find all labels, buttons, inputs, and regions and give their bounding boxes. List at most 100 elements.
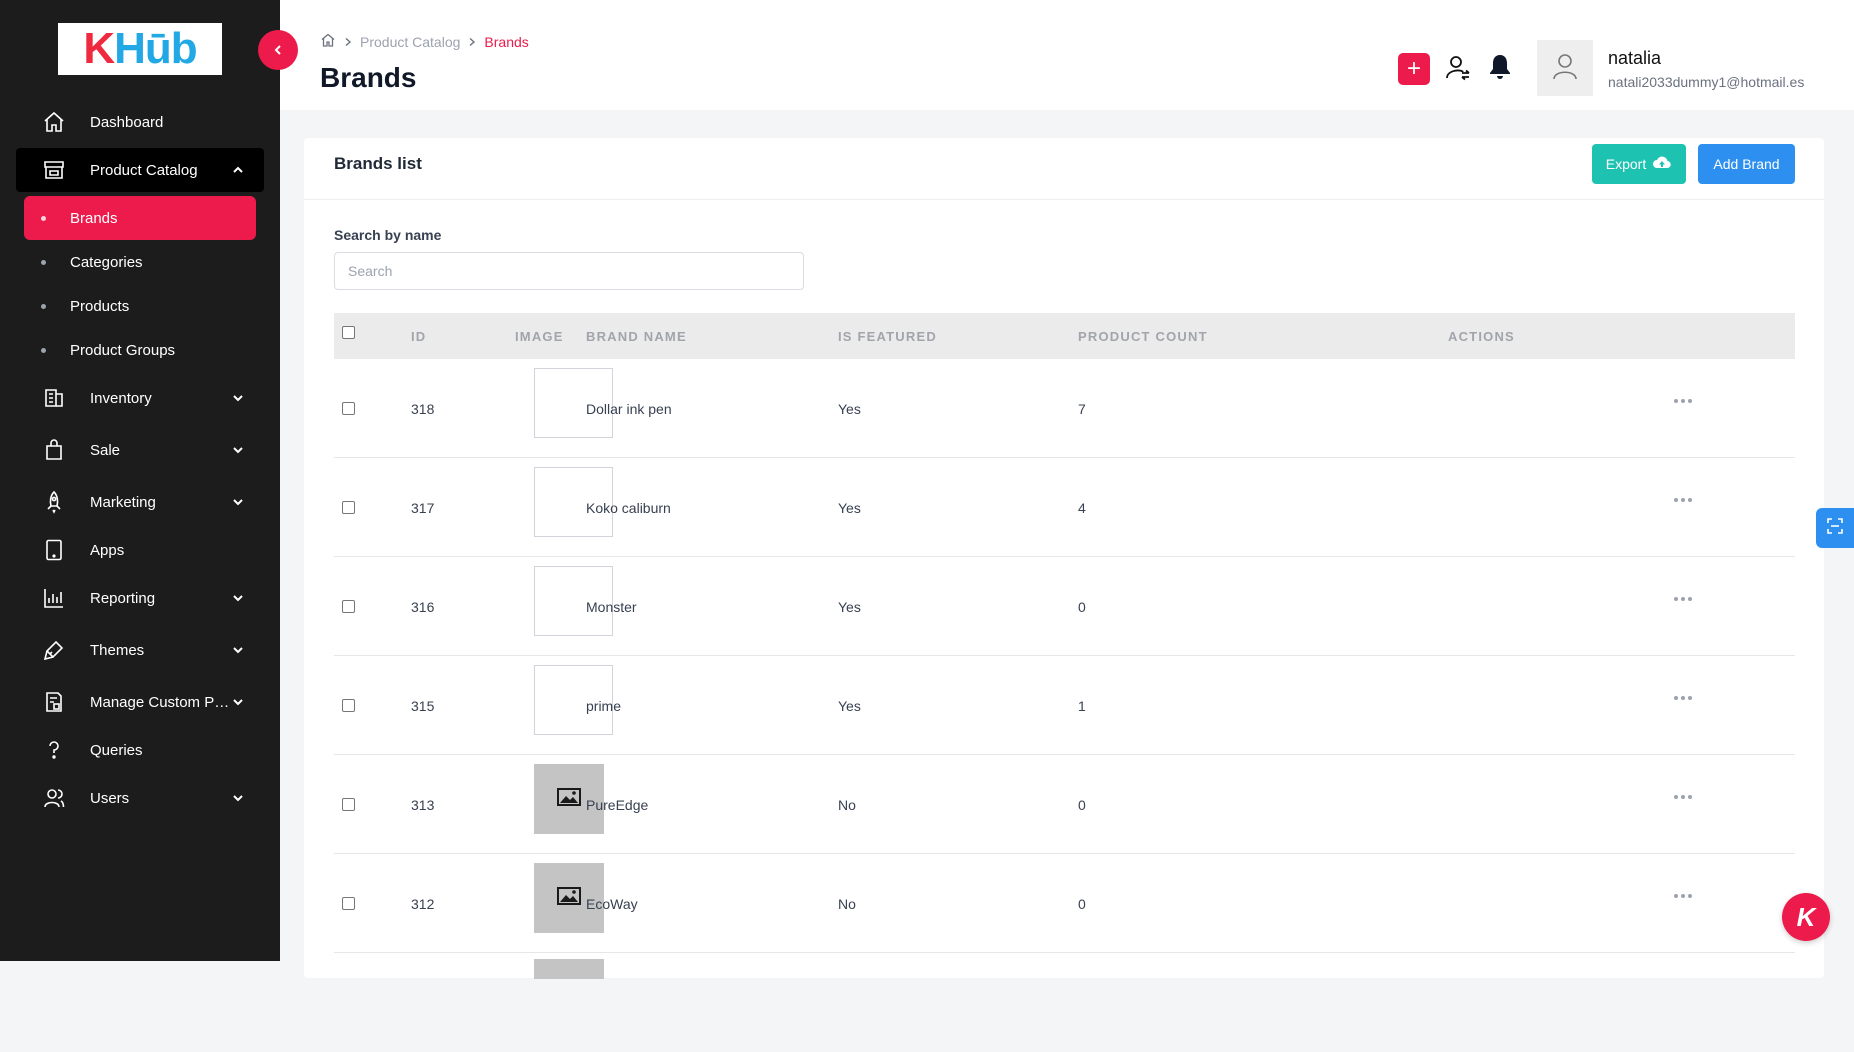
breadcrumb: Product Catalog Brands	[320, 32, 529, 51]
chevron-down-icon	[230, 590, 246, 606]
quick-add-button[interactable]: +	[1398, 53, 1430, 85]
breadcrumb-item-product-catalog[interactable]: Product Catalog	[360, 34, 460, 50]
breadcrumb-item-brands: Brands	[484, 33, 529, 50]
cell-id: 317	[411, 500, 435, 516]
sidebar-subitem-label: Products	[70, 297, 130, 315]
cell-is-featured: Yes	[838, 401, 861, 417]
brand-image-placeholder	[534, 959, 604, 979]
bar-chart-icon	[40, 584, 68, 612]
row-checkbox[interactable]	[342, 897, 355, 910]
logo-hub: Hūb	[114, 24, 198, 73]
table-row[interactable]: 317 Koko caliburn Yes 4	[334, 458, 1795, 557]
sidebar-subitem-product-groups[interactable]: Product Groups	[24, 328, 256, 372]
sidebar-item-marketing[interactable]: Marketing	[16, 480, 264, 524]
column-header-brand-name[interactable]: BRAND NAME	[586, 329, 687, 344]
home-icon[interactable]	[320, 32, 336, 51]
row-actions-menu-icon[interactable]	[1674, 399, 1692, 403]
users-icon	[40, 784, 68, 812]
row-actions-menu-icon[interactable]	[1674, 894, 1692, 898]
sidebar-item-sale[interactable]: Sale	[16, 428, 264, 472]
add-brand-button[interactable]: Add Brand	[1698, 144, 1795, 184]
user-switch-button[interactable]	[1442, 53, 1474, 85]
table-row[interactable]: 315 prime Yes 1	[334, 656, 1795, 755]
sidebar-item-label: Sale	[90, 441, 121, 459]
sidebar-item-reporting[interactable]: Reporting	[16, 576, 264, 620]
brands-card: Brands list Export Add Brand Search by n…	[304, 138, 1824, 979]
sidebar-item-inventory[interactable]: Inventory	[16, 376, 264, 420]
table-row[interactable]: 318 Dollar ink pen Yes 7	[334, 359, 1795, 458]
sidebar-subitem-label: Brands	[70, 209, 118, 227]
brush-icon	[40, 636, 68, 664]
search-input[interactable]	[334, 252, 804, 290]
rocket-icon	[40, 488, 68, 516]
chevron-down-icon	[230, 694, 246, 710]
cell-is-featured: Yes	[838, 599, 861, 615]
row-checkbox[interactable]	[342, 699, 355, 712]
row-actions-menu-icon[interactable]	[1674, 498, 1692, 502]
sidebar-item-label: Product Catalog	[90, 161, 198, 179]
sidebar-collapse-button[interactable]	[258, 30, 298, 70]
cell-product-count: 7	[1078, 401, 1086, 417]
cell-id: 312	[411, 896, 435, 912]
select-all-checkbox[interactable]	[342, 326, 355, 339]
sidebar-item-manage-custom-pages[interactable]: Manage Custom Pag...	[16, 680, 264, 724]
table-row[interactable]	[334, 953, 1795, 1052]
card-title: Brands list	[334, 154, 422, 173]
cell-id: 316	[411, 599, 435, 615]
row-actions-menu-icon[interactable]	[1674, 696, 1692, 700]
sidebar-item-label: Dashboard	[90, 113, 164, 131]
table-row[interactable]: 316 Monster Yes 0	[334, 557, 1795, 656]
search-label: Search by name	[334, 227, 442, 243]
khub-assistant-button[interactable]: K	[1782, 893, 1830, 941]
tablet-icon	[40, 536, 68, 564]
sidebar-item-label: Inventory	[90, 389, 152, 407]
row-checkbox[interactable]	[342, 798, 355, 811]
bullet-icon	[41, 303, 46, 309]
column-header-id[interactable]: ID	[411, 329, 426, 344]
notifications-button[interactable]	[1484, 53, 1516, 85]
bullet-icon	[41, 259, 46, 265]
sidebar-item-queries[interactable]: Queries	[16, 728, 264, 772]
cell-id: 315	[411, 698, 435, 714]
table-row[interactable]: 313 PureEdge No 0	[334, 755, 1795, 854]
sidebar-subitem-brands[interactable]: Brands	[24, 196, 256, 240]
table-header: ID IMAGE BRAND NAME IS FEATURED PRODUCT …	[334, 313, 1795, 359]
cell-brand-name: Koko caliburn	[586, 500, 671, 516]
export-button[interactable]: Export	[1592, 144, 1686, 184]
row-checkbox[interactable]	[342, 600, 355, 613]
cell-is-featured: No	[838, 797, 856, 813]
column-header-product-count[interactable]: PRODUCT COUNT	[1078, 329, 1208, 344]
user-switch-icon	[1444, 53, 1472, 86]
inventory-icon	[40, 384, 68, 412]
sidebar-subitem-categories[interactable]: Categories	[24, 240, 256, 284]
sidebar-item-users[interactable]: Users	[16, 776, 264, 820]
cell-is-featured: Yes	[838, 698, 861, 714]
row-actions-menu-icon[interactable]	[1674, 597, 1692, 601]
store-icon	[40, 156, 68, 184]
row-checkbox[interactable]	[342, 402, 355, 415]
cell-product-count: 4	[1078, 500, 1086, 516]
sidebar-item-apps[interactable]: Apps	[16, 528, 264, 572]
cell-brand-name: Dollar ink pen	[586, 401, 672, 417]
plus-icon: +	[1406, 55, 1421, 82]
row-checkbox[interactable]	[342, 501, 355, 514]
image-icon	[557, 886, 581, 910]
table-row[interactable]: 312 EcoWay No 0	[334, 854, 1795, 953]
cell-product-count: 0	[1078, 599, 1086, 615]
chevron-down-icon	[230, 494, 246, 510]
row-actions-menu-icon[interactable]	[1674, 795, 1692, 799]
sidebar-item-product-catalog[interactable]: Product Catalog	[16, 148, 264, 192]
cell-is-featured: Yes	[838, 500, 861, 516]
sidebar-item-dashboard[interactable]: Dashboard	[16, 100, 264, 144]
chevron-left-icon	[272, 40, 284, 61]
avatar[interactable]	[1537, 40, 1593, 96]
sidebar-item-label: Queries	[90, 741, 143, 759]
screen-capture-tab[interactable]	[1816, 508, 1854, 548]
shopping-bag-icon	[40, 436, 68, 464]
sidebar-item-label: Manage Custom Pag...	[90, 693, 230, 711]
sidebar-item-themes[interactable]: Themes	[16, 628, 264, 672]
card-header: Brands list Export Add Brand	[304, 138, 1824, 200]
column-header-is-featured[interactable]: IS FEATURED	[838, 329, 937, 344]
logo[interactable]: KHūb	[58, 23, 222, 75]
sidebar-subitem-products[interactable]: Products	[24, 284, 256, 328]
